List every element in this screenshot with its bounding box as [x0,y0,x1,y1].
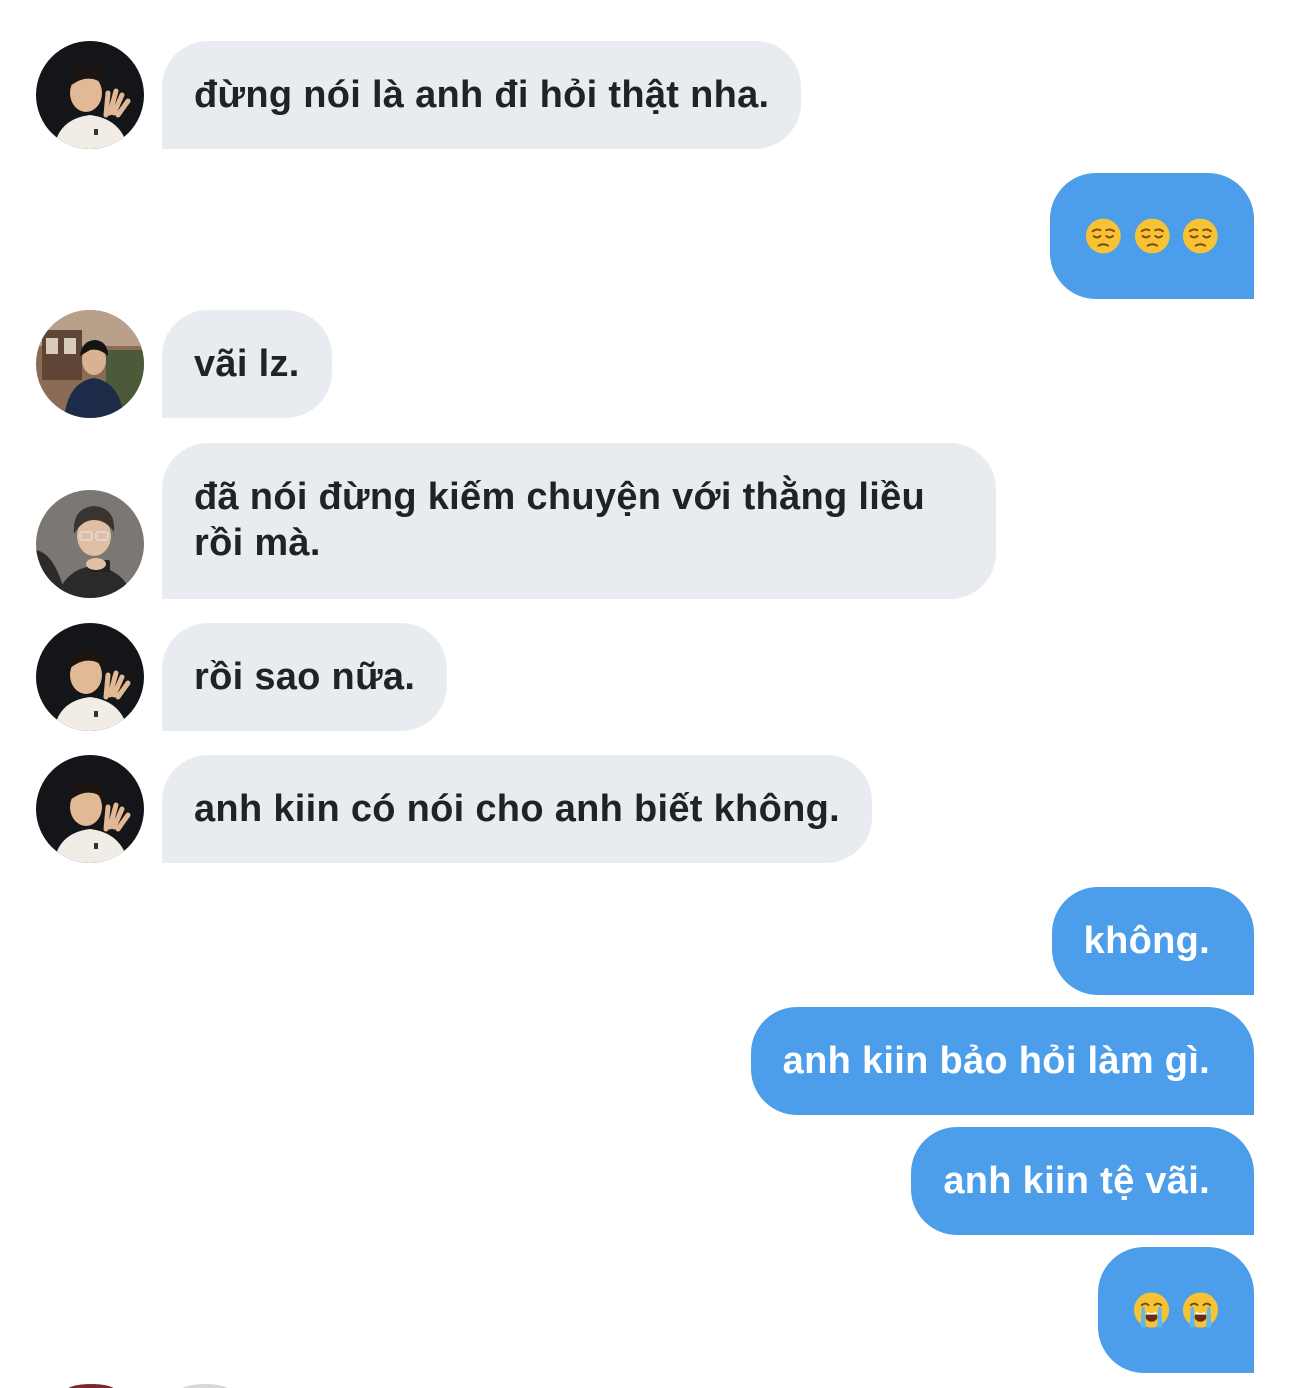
message-text: anh kiin tệ vãi. [943,1160,1210,1202]
message-text: anh kiin bảo hỏi làm gì. [782,1040,1210,1082]
next-avatar-partial [180,1384,230,1388]
loudly-crying-face-emoji-icon [1132,1290,1171,1330]
message-bubble-incoming[interactable]: anh kiin có nói cho anh biết không. [162,755,872,863]
message-text: đã nói đừng kiếm chuyện với thằng liều r… [194,476,926,564]
avatar[interactable] [36,623,144,731]
avatar[interactable] [36,490,144,598]
message-text: đừng nói là anh đi hỏi thật nha. [194,74,770,116]
pensive-face-emoji-icon [1084,216,1123,256]
profile-photo-icon [36,755,144,863]
message-bubble-incoming[interactable]: vãi lz. [162,310,332,418]
profile-photo-icon [36,310,144,418]
next-avatar-partial [66,1384,116,1388]
pensive-face-emoji-icon [1181,216,1220,256]
message-bubble-outgoing[interactable] [1098,1247,1254,1373]
message-bubble-outgoing[interactable] [1050,173,1254,299]
message-bubble-outgoing[interactable]: không. [1051,887,1254,995]
profile-photo-icon [36,623,144,731]
pensive-face-emoji-icon [1133,216,1172,256]
message-thread: đừng nói là anh đi hỏi thật nha. vãi lz. [0,0,1290,1388]
message-text: rồi sao nữa. [194,656,416,698]
message-text: vãi lz. [194,343,300,385]
avatar[interactable] [36,755,144,863]
message-bubble-outgoing[interactable]: anh kiin bảo hỏi làm gì. [750,1007,1254,1115]
profile-photo-icon [36,490,144,598]
message-bubble-incoming[interactable]: rồi sao nữa. [162,623,448,731]
message-text: không. [1083,920,1210,962]
loudly-crying-face-emoji-icon [1181,1290,1220,1330]
message-text: anh kiin có nói cho anh biết không. [194,788,840,830]
message-bubble-incoming[interactable]: đừng nói là anh đi hỏi thật nha. [162,41,802,149]
message-bubble-outgoing[interactable]: anh kiin tệ vãi. [911,1127,1254,1235]
avatar[interactable] [36,41,144,149]
avatar[interactable] [36,310,144,418]
profile-photo-icon [36,41,144,149]
message-bubble-incoming[interactable]: đã nói đừng kiếm chuyện với thằng liều r… [162,443,996,599]
